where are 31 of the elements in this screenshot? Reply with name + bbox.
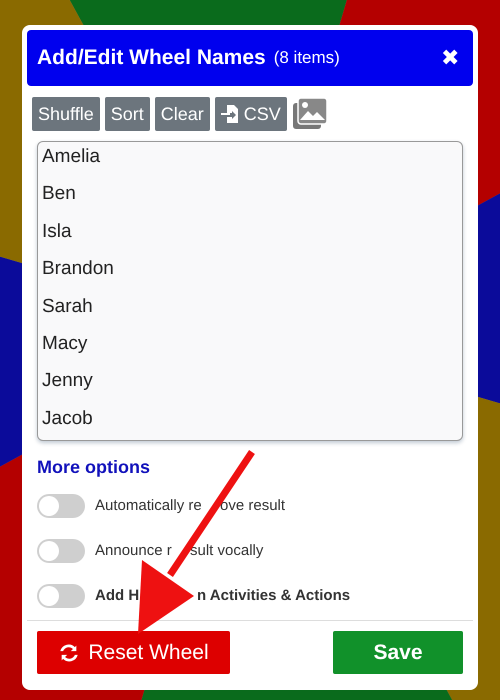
toggle-switch[interactable] — [37, 494, 85, 518]
option-label: Announce r — [95, 542, 172, 559]
name-entry: Isla — [42, 220, 73, 244]
option-label: ove result — [220, 497, 286, 514]
more-options-heading[interactable]: More options — [37, 457, 463, 478]
name-entry: Jenny — [42, 369, 94, 394]
option-label: sult vocally — [190, 542, 264, 559]
option-label: Add H — [95, 587, 140, 604]
file-import-icon — [220, 104, 239, 124]
item-count: (8 items) — [274, 48, 341, 68]
name-entry: Ben — [42, 182, 77, 206]
option-label: Automatically re — [95, 497, 202, 514]
name-entry: Jacob — [42, 406, 94, 431]
name-entry: Amelia — [42, 145, 102, 169]
names-textarea[interactable]: Amelia Ben Isla Brandon Sarah Macy Jenny Jacob — [37, 141, 463, 441]
toggle-switch[interactable] — [37, 539, 85, 563]
toolbar-button[interactable]: Shuffle — [32, 97, 100, 131]
image-button[interactable] — [292, 97, 328, 131]
name-entry: Macy — [42, 332, 88, 356]
save-button[interactable]: Save — [333, 631, 463, 674]
toolbar-button[interactable]: Sort — [104, 97, 150, 131]
name-entry: Sarah — [42, 294, 94, 319]
csv-button[interactable]: CSV — [214, 97, 287, 131]
dialog-title: Add/Edit Wheel Names — [37, 46, 266, 70]
name-entry: Brandon — [42, 257, 115, 282]
refresh-icon — [58, 642, 80, 664]
close-button[interactable]: ✖ — [437, 45, 463, 71]
toolbar-button[interactable]: Clear — [154, 97, 210, 131]
reset-button[interactable]: Reset Wheel — [37, 631, 230, 674]
option-label: n Activities & Actions — [197, 587, 350, 604]
toggle-switch[interactable] — [37, 584, 85, 608]
